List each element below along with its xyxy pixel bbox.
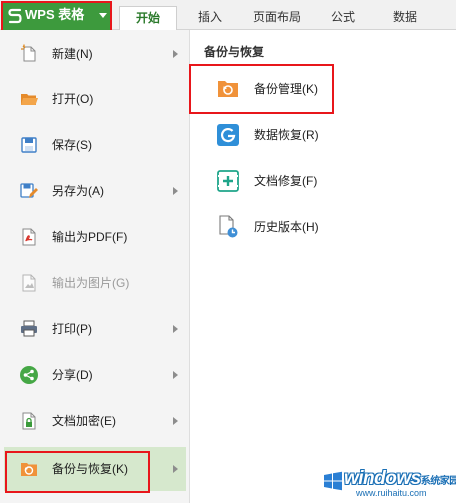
menu-item-label: 输出为图片(G) <box>52 276 130 290</box>
menu-item-encrypt[interactable]: 文档加密(E) <box>4 399 186 443</box>
sub-item-label: 备份管理(K) <box>254 82 318 96</box>
menu-item-export-image[interactable]: 输出为图片(G) <box>4 261 186 305</box>
save-disk-icon <box>21 137 37 153</box>
menu-item-label: 保存(S) <box>52 138 92 152</box>
watermark-brand-text: windows <box>344 468 421 489</box>
tab-data[interactable]: 数据 <box>384 6 426 30</box>
share-icon <box>20 366 38 384</box>
watermark: windows系统家园 www.ruihaitu.com <box>322 466 456 500</box>
printer-icon <box>21 320 37 337</box>
menu-item-backup-restore[interactable]: 备份与恢复(K) <box>4 447 186 491</box>
ribbon-bar: WPS 表格 开始 插入 页面布局 公式 数据 <box>0 0 456 33</box>
chevron-right-icon <box>173 187 178 195</box>
menu-item-label: 输出为PDF(F) <box>52 230 128 244</box>
sub-item-label: 数据恢复(R) <box>254 128 319 142</box>
menu-item-label: 分享(D) <box>52 368 93 382</box>
menu-item-new[interactable]: 新建(N) <box>4 32 186 76</box>
open-folder-icon <box>21 94 38 105</box>
image-export-icon <box>22 274 36 292</box>
sub-item-label: 历史版本(H) <box>254 220 319 234</box>
tab-start[interactable]: 开始 <box>119 6 177 30</box>
menu-item-label: 另存为(A) <box>52 184 104 198</box>
data-recovery-item[interactable]: 数据恢复(R) <box>204 117 444 153</box>
menu-item-share[interactable]: 分享(D) <box>4 353 186 397</box>
chevron-right-icon <box>173 417 178 425</box>
history-version-item[interactable]: 历史版本(H) <box>204 209 444 245</box>
menu-item-label: 备份与恢复(K) <box>52 462 128 476</box>
watermark-brand-suffix: 系统家园 <box>420 476 456 487</box>
new-file-icon <box>21 44 36 62</box>
document-lock-icon <box>22 412 36 430</box>
document-repair-icon <box>217 170 239 192</box>
wps-menu-label: WPS 表格 <box>25 7 85 22</box>
file-menu: 新建(N) 打开(O) 保存(S) 另存为(A) 输出为PDF(F) 输出为图片… <box>0 30 190 503</box>
menu-item-label: 文档加密(E) <box>52 414 116 428</box>
history-version-icon <box>219 215 238 238</box>
watermark-url: www.ruihaitu.com <box>356 488 427 498</box>
pdf-export-icon <box>22 228 36 246</box>
menu-item-print[interactable]: 打印(P) <box>4 307 186 351</box>
sub-item-label: 文档修复(F) <box>254 174 318 188</box>
menu-item-export-pdf[interactable]: 输出为PDF(F) <box>4 215 186 259</box>
menu-item-label: 打印(P) <box>52 322 92 336</box>
panel-title: 备份与恢复 <box>204 45 265 59</box>
menu-item-save[interactable]: 保存(S) <box>4 123 186 167</box>
tab-formula[interactable]: 公式 <box>322 6 364 30</box>
chevron-right-icon <box>173 325 178 333</box>
wps-logo-icon <box>8 8 22 24</box>
data-recovery-icon <box>217 124 239 146</box>
windows-logo-icon <box>324 471 342 491</box>
wps-menu-button[interactable]: WPS 表格 <box>3 3 111 33</box>
document-repair-item[interactable]: 文档修复(F) <box>204 163 444 199</box>
tab-insert[interactable]: 插入 <box>186 6 234 30</box>
watermark-brand: windows系统家园 <box>344 468 456 490</box>
chevron-down-icon <box>99 13 107 18</box>
chevron-right-icon <box>173 465 178 473</box>
backup-management-icon <box>218 81 238 97</box>
menu-item-open[interactable]: 打开(O) <box>4 77 186 121</box>
menu-item-label: 打开(O) <box>52 92 94 106</box>
tab-page-layout[interactable]: 页面布局 <box>242 6 312 30</box>
chevron-right-icon <box>173 50 178 58</box>
backup-management-item[interactable]: 备份管理(K) <box>204 71 444 107</box>
backup-folder-icon <box>21 463 37 476</box>
menu-item-label: 新建(N) <box>52 47 93 61</box>
save-as-icon <box>20 183 38 198</box>
chevron-right-icon <box>173 371 178 379</box>
menu-item-save-as[interactable]: 另存为(A) <box>4 169 186 213</box>
